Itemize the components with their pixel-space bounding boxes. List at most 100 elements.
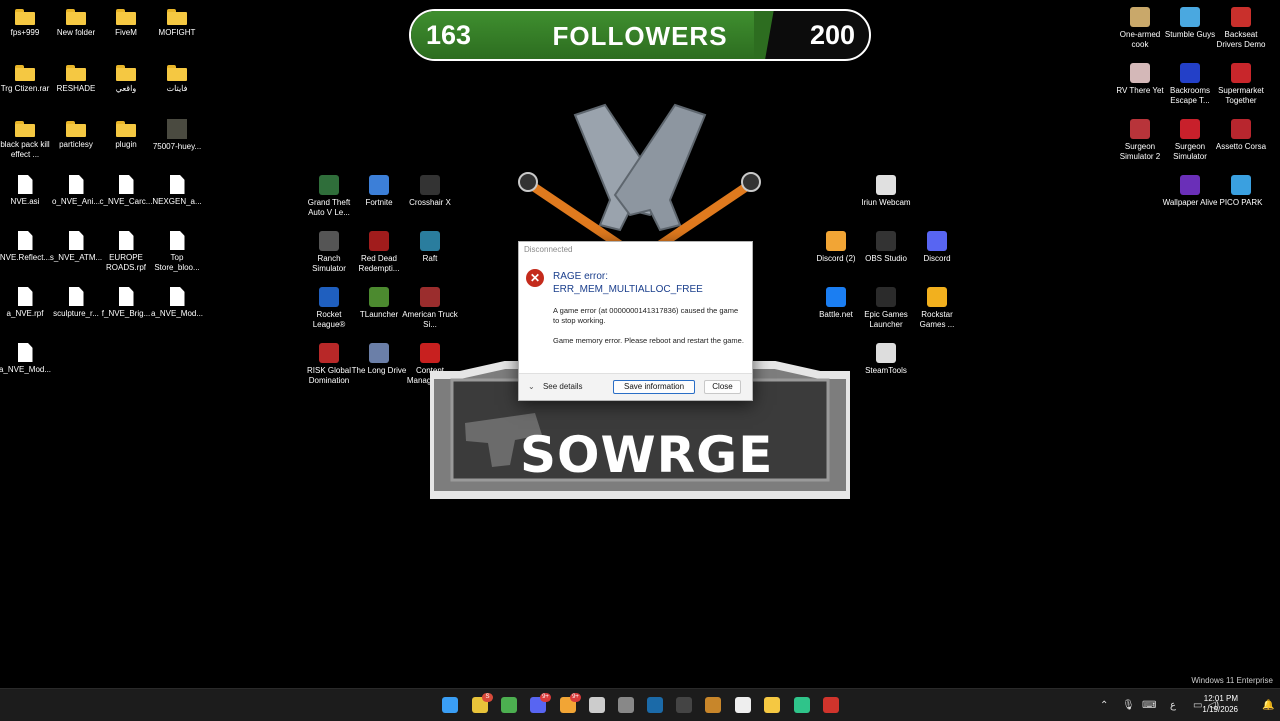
chevron-up-icon[interactable]: ⌃ xyxy=(1100,700,1108,711)
desktop-icon-75007-huey[interactable]: 75007-huey... xyxy=(152,119,202,152)
desktop-icon-grand-theft-auto-v-le[interactable]: Grand Theft Auto V Le... xyxy=(304,175,354,218)
desktop-icon-red-dead-redempti[interactable]: Red Dead Redempti... xyxy=(354,231,404,274)
desktop-icon-nve-reflect[interactable]: NVE.Reflect... xyxy=(0,231,50,263)
desktop-icon-discord[interactable]: Discord xyxy=(912,231,962,264)
app-green-icon[interactable] xyxy=(794,697,810,713)
desktop-icon-iriun-webcam[interactable]: Iriun Webcam xyxy=(861,175,911,208)
desktop-icon-f-nve-brig[interactable]: f_NVE_Brig... xyxy=(101,287,151,319)
desktop-icon-label: Surgeon Simulator xyxy=(1173,142,1207,161)
file-icon xyxy=(118,175,134,194)
close-button[interactable]: Close xyxy=(704,380,741,394)
desktop-icon-surgeon-simulator[interactable]: Surgeon Simulator xyxy=(1165,119,1215,162)
folder-icon xyxy=(116,9,136,25)
desktop-icon-nexgen-a[interactable]: NEXGEN_a... xyxy=(152,175,202,207)
file-icon xyxy=(118,287,134,306)
desktop-icon-particlesy[interactable]: particlesy xyxy=(51,119,101,150)
file-explorer-icon[interactable] xyxy=(764,697,780,713)
desktop-icon-label: s_NVE_ATM... xyxy=(49,253,103,262)
desktop-icon-backseat-drivers-demo[interactable]: Backseat Drivers Demo xyxy=(1216,7,1266,50)
desktop-icon-ranch-simulator[interactable]: Ranch Simulator xyxy=(304,231,354,274)
error-app-icon[interactable] xyxy=(823,697,839,713)
desktop-icon-a-nve-mod[interactable]: a_NVE_Mod... xyxy=(151,287,203,319)
desktop-icon-tlauncher[interactable]: TLauncher xyxy=(354,287,404,320)
taskbar: S 9+ 9+ ⌃ 🎙 ⌨ ع ▭ ◁) 12:01 PM 1/19/2026 🔔 xyxy=(0,688,1280,721)
dialog-title: Disconnected xyxy=(524,245,573,254)
folder-icon xyxy=(66,65,86,81)
desktop-icon-mofight[interactable]: MOFIGHT xyxy=(152,7,202,38)
notifications-icon[interactable]: 🔔 xyxy=(1262,700,1274,711)
desktop-icon-surgeon-simulator-2[interactable]: Surgeon Simulator 2 xyxy=(1115,119,1165,162)
microphone-icon[interactable]: 🎙 xyxy=(1122,700,1135,711)
keyboard-icon[interactable]: ⌨ xyxy=(1142,700,1156,711)
desktop-icon-one-armed-cook[interactable]: One-armed cook xyxy=(1115,7,1165,50)
chrome-icon[interactable]: S xyxy=(472,693,493,713)
desktop-icon-c-nve-carc[interactable]: c_NVE_Carc... xyxy=(99,175,153,207)
desktop-icon-top-store-bloo[interactable]: Top Store_bloo... xyxy=(152,231,202,273)
desktop-icon-pico-park[interactable]: PICO PARK xyxy=(1216,175,1266,208)
file-icon xyxy=(118,231,134,250)
app-icon xyxy=(1231,63,1251,83)
desktop-icon-s-nve-atm[interactable]: s_NVE_ATM... xyxy=(49,231,103,263)
desktop-icon-new-folder[interactable]: New folder xyxy=(51,7,101,38)
discord-alt-taskbar-icon[interactable]: 9+ xyxy=(560,693,581,713)
app-icon xyxy=(319,175,339,195)
dialog-footer: ⌄ See details Save information Close xyxy=(519,373,752,400)
desktop-icon-o-nve-ani[interactable]: o_NVE_Ani... xyxy=(51,175,101,207)
dash-icon[interactable] xyxy=(705,697,721,713)
desktop-icon-risk-global-domination[interactable]: RISK Global Domination xyxy=(304,343,354,386)
app-icon xyxy=(319,231,339,251)
desktop-icon-plugin[interactable]: plugin xyxy=(101,119,151,150)
discord-taskbar-icon[interactable]: 9+ xyxy=(530,693,551,713)
desktop-icon-stumble-guys[interactable]: Stumble Guys xyxy=(1165,7,1215,40)
epic-icon[interactable] xyxy=(676,697,692,713)
chrome-active-icon[interactable] xyxy=(501,697,517,713)
folder-icon xyxy=(15,121,35,137)
settings-icon[interactable] xyxy=(589,697,605,713)
desktop-icon-europe-roads-rpf[interactable]: EUROPE ROADS.rpf xyxy=(101,231,151,273)
folder-icon xyxy=(167,65,187,81)
desktop-icon-supermarket-together[interactable]: Supermarket Together xyxy=(1216,63,1266,106)
desktop-icon-a-nve-rpf[interactable]: a_NVE.rpf xyxy=(0,287,50,319)
desktop-icon-item[interactable]: فايتات xyxy=(152,63,202,94)
desktop-icon-reshade[interactable]: RESHADE xyxy=(51,63,101,94)
capcut-icon[interactable] xyxy=(735,697,751,713)
desktop-icon-wallpaper-alive[interactable]: Wallpaper Alive xyxy=(1163,175,1217,208)
desktop-icon-label: One-armed cook xyxy=(1119,30,1161,49)
desktop-icon-fortnite[interactable]: Fortnite xyxy=(354,175,404,208)
see-details-toggle[interactable]: ⌄ See details xyxy=(528,382,583,391)
app-icon xyxy=(1180,119,1200,139)
desktop-icon-label: c_NVE_Carc... xyxy=(99,197,153,206)
desktop-icon-rockstar-games[interactable]: Rockstar Games ... xyxy=(912,287,962,330)
language-indicator[interactable]: ع xyxy=(1170,700,1176,711)
desktop-icon-trg-ctizen-rar[interactable]: Trg Ctizen.rar xyxy=(0,63,50,94)
desktop-icon-fps-999[interactable]: fps+999 xyxy=(0,7,50,38)
desktop-icon-epic-games-launcher[interactable]: Epic Games Launcher xyxy=(861,287,911,330)
desktop-icon-label: Assetto Corsa xyxy=(1215,142,1267,151)
desktop-icon-backrooms-escape-t[interactable]: Backrooms Escape T... xyxy=(1165,63,1215,106)
desktop-icon-black-pack-kill-effect[interactable]: black pack kill effect ... xyxy=(0,119,50,160)
error-hint: Game memory error. Please reboot and res… xyxy=(553,336,744,345)
desktop-icon-a-nve-mod[interactable]: a_NVE_Mod... xyxy=(0,343,51,375)
save-information-button[interactable]: Save information xyxy=(613,380,695,394)
app-icon xyxy=(1130,119,1150,139)
folder-icon xyxy=(116,65,136,81)
app-icon xyxy=(1231,119,1251,139)
desktop-icon-label: o_NVE_Ani... xyxy=(51,197,101,206)
start-icon[interactable] xyxy=(442,697,458,713)
recorder-icon[interactable] xyxy=(618,697,634,713)
desktop-icon-assetto-corsa[interactable]: Assetto Corsa xyxy=(1216,119,1266,152)
desktop-icon-rocket-league[interactable]: Rocket League® xyxy=(304,287,354,330)
desktop-icon-steamtools[interactable]: SteamTools xyxy=(861,343,911,376)
desktop-icon-fivem[interactable]: FiveM xyxy=(101,7,151,38)
desktop-icon-the-long-drive[interactable]: The Long Drive xyxy=(352,343,406,376)
monitor-icon[interactable]: ▭ xyxy=(1193,700,1202,711)
desktop-icon-rv-there-yet[interactable]: RV There Yet xyxy=(1115,63,1165,96)
desktop-icon-item[interactable]: واقعي xyxy=(101,63,151,94)
taskbar-clock[interactable]: 12:01 PM 1/19/2026 xyxy=(1202,693,1238,715)
steam-icon[interactable] xyxy=(647,697,663,713)
desktop-icon-sculpture-r[interactable]: sculpture_r... xyxy=(51,287,101,319)
desktop-icon-label: TLauncher xyxy=(359,310,399,319)
desktop-icon-nve-asi[interactable]: NVE.asi xyxy=(0,175,50,207)
desktop-icon-label: NVE.Reflect... xyxy=(0,253,51,262)
desktop-icon-obs-studio[interactable]: OBS Studio xyxy=(861,231,911,264)
